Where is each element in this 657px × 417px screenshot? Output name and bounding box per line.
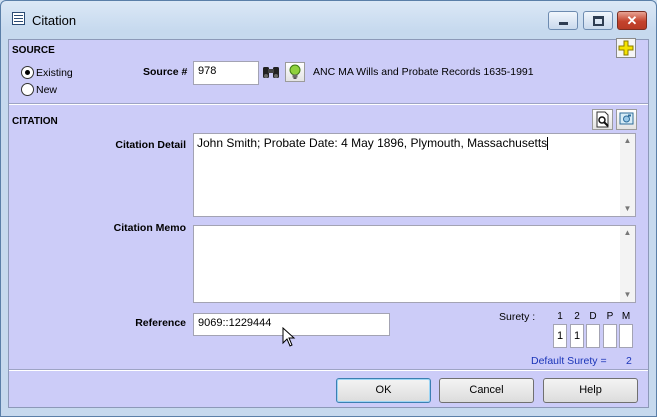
- citation-section-label: CITATION: [12, 116, 58, 127]
- citation-window-icon: [12, 12, 25, 25]
- ok-button[interactable]: OK: [336, 378, 431, 403]
- source-title: ANC MA Wills and Probate Records 1635-19…: [313, 66, 534, 78]
- camera-media-icon: [619, 112, 634, 125]
- existing-radio[interactable]: [21, 66, 34, 79]
- preview-button[interactable]: [592, 109, 613, 130]
- maximize-button[interactable]: [583, 11, 613, 30]
- scroll-down-icon[interactable]: ▼: [620, 202, 635, 216]
- citation-memo-label: Citation Memo: [113, 222, 186, 234]
- new-radio-label: New: [36, 84, 58, 96]
- scroll-up-icon[interactable]: ▲: [620, 134, 635, 148]
- binoculars-button[interactable]: [261, 63, 281, 82]
- button-divider: [9, 369, 648, 371]
- source-section-label: SOURCE: [12, 45, 55, 56]
- default-surety-label: Default Surety =: [531, 355, 607, 367]
- new-radio[interactable]: [21, 83, 34, 96]
- window-title: Citation: [32, 13, 77, 28]
- close-button[interactable]: ✕: [617, 11, 647, 30]
- binoculars-icon: [263, 67, 279, 78]
- citation-detail-text: John Smith; Probate Date: 4 May 1896, Pl…: [197, 136, 548, 150]
- scroll-down-icon[interactable]: ▼: [620, 288, 635, 302]
- maximize-icon: [593, 16, 604, 26]
- reference-label: Reference: [135, 317, 186, 329]
- surety-col-p: P: [606, 311, 614, 322]
- existing-radio-label: Existing: [36, 67, 73, 79]
- surety-box-2[interactable]: 1: [570, 324, 584, 348]
- add-source-button[interactable]: [616, 38, 636, 58]
- dialog-body: SOURCE Existing New Source # 978 ANC MA …: [8, 38, 649, 408]
- surety-label: Surety :: [499, 311, 536, 323]
- surety-box-d[interactable]: [586, 324, 600, 348]
- citation-detail-textarea[interactable]: John Smith; Probate Date: 4 May 1896, Pl…: [193, 133, 636, 217]
- minimize-button[interactable]: [548, 11, 578, 30]
- text-caret: [547, 137, 549, 151]
- citation-memo-scrollbar[interactable]: ▲ ▼: [620, 226, 635, 302]
- default-surety-value: 2: [626, 355, 632, 367]
- media-button[interactable]: [616, 109, 637, 130]
- preview-page-icon: [596, 111, 609, 128]
- add-plus-icon: [616, 38, 636, 58]
- surety-col-1: 1: [557, 311, 563, 322]
- citation-detail-label: Citation Detail: [115, 139, 186, 151]
- lightbulb-icon: [289, 64, 301, 79]
- help-button[interactable]: Help: [543, 378, 638, 403]
- section-divider: [9, 103, 648, 105]
- source-number-input[interactable]: 978: [193, 61, 259, 85]
- title-bar[interactable]: Citation ✕: [1, 1, 656, 39]
- citation-memo-textarea[interactable]: ▲ ▼: [193, 225, 636, 303]
- surety-box-p[interactable]: [603, 324, 617, 348]
- surety-box-1[interactable]: 1: [553, 324, 567, 348]
- surety-col-m: M: [621, 311, 631, 322]
- surety-box-m[interactable]: [619, 324, 633, 348]
- scroll-up-icon[interactable]: ▲: [620, 226, 635, 240]
- lightbulb-button[interactable]: [285, 62, 305, 82]
- source-number-label: Source #: [143, 66, 188, 78]
- minimize-icon: [559, 22, 568, 25]
- close-icon: ✕: [626, 13, 638, 28]
- mouse-pointer-icon: [282, 327, 296, 347]
- citation-window: Citation ✕ SOURCE Existing New Source # …: [0, 0, 657, 417]
- citation-detail-scrollbar[interactable]: ▲ ▼: [620, 134, 635, 216]
- surety-col-d: D: [589, 311, 597, 322]
- cancel-button[interactable]: Cancel: [439, 378, 534, 403]
- surety-col-2: 2: [574, 311, 580, 322]
